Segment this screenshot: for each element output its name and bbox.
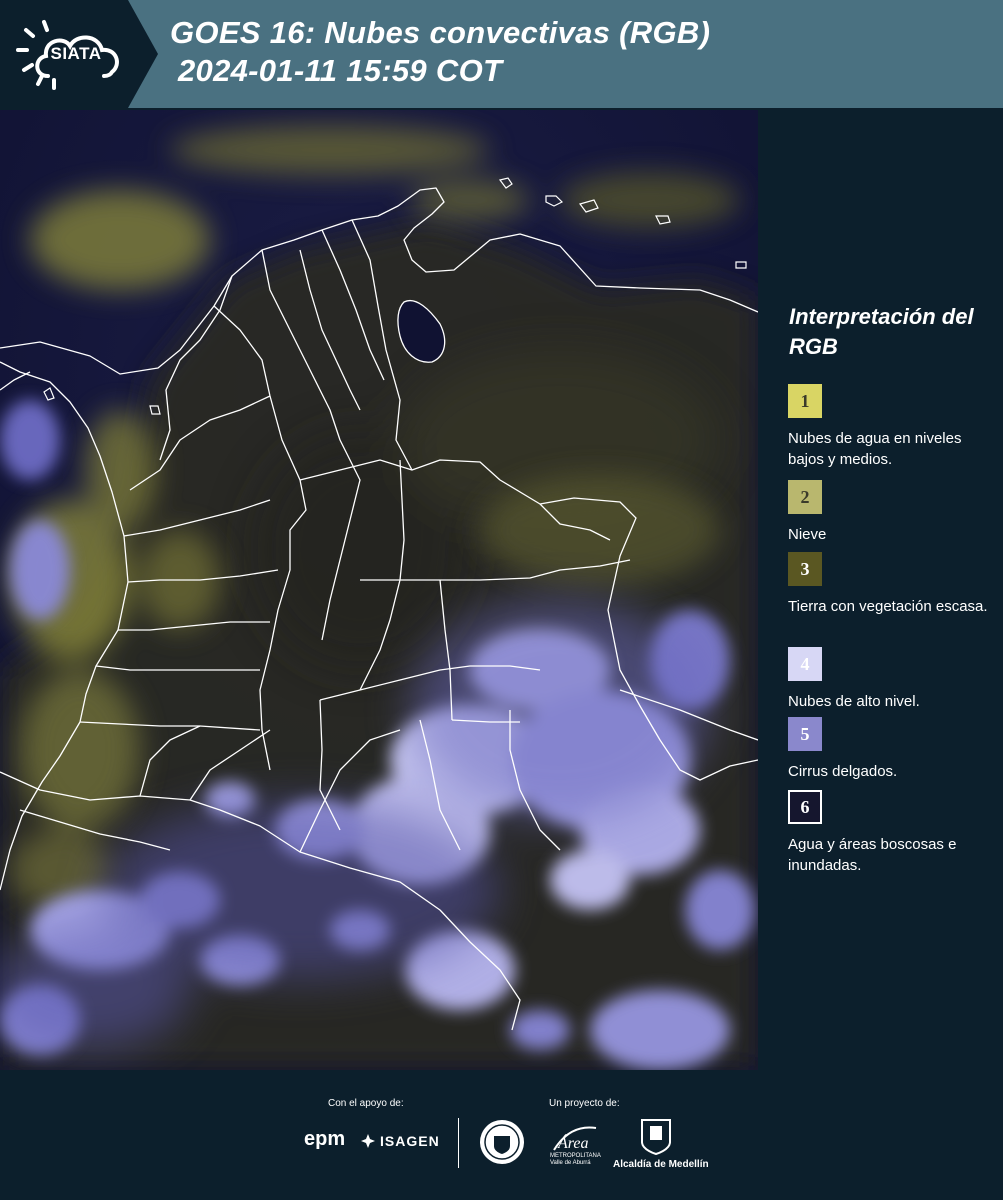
- area-caption: METROPOLITANA Valle de Aburrá: [550, 1153, 601, 1166]
- legend-swatch-4: 4: [788, 647, 822, 681]
- timestamp-title: 2024-01-11 15:59 COT: [178, 53, 503, 88]
- header-bar: SIATA GOES 16: Nubes convectivas (RGB) 2…: [0, 0, 1003, 108]
- satellite-image: [0, 110, 758, 1070]
- medellin-seal-icon: [480, 1120, 524, 1164]
- satellite-map: [0, 110, 758, 1070]
- legend-item-4: 4 Nubes de alto nivel.: [788, 647, 998, 712]
- legend-label-1: Nubes de agua en niveles bajos y medios.: [788, 430, 962, 468]
- logo-text: SIATA: [50, 44, 102, 63]
- alcaldia-shield-icon: [641, 1119, 671, 1156]
- footer: Con el apoyo de: Un proyecto de: epm ISA…: [0, 1070, 1003, 1200]
- legend-item-3: 3 Tierra con vegetación escasa.: [788, 552, 998, 617]
- legend-swatch-1: 1: [788, 384, 822, 418]
- footer-divider: [458, 1118, 459, 1168]
- legend-swatch-2: 2: [788, 480, 822, 514]
- legend-item-6: 6 Agua y áreas boscosas e inundadas.: [788, 790, 998, 876]
- legend-label-2: Nieve: [788, 526, 827, 543]
- isagen-logo: ISAGEN: [380, 1133, 440, 1149]
- legend-swatch-6: 6: [788, 790, 822, 824]
- legend-label-6: Agua y áreas boscosas e inundadas.: [788, 836, 957, 874]
- legend-label-3: Tierra con vegetación escasa.: [788, 598, 988, 615]
- legend-panel: Interpretación del RGB 1 Nubes de agua e…: [760, 110, 1003, 1070]
- alcaldia-label: Alcaldía de Medellín: [613, 1159, 709, 1170]
- legend-item-1: 1 Nubes de agua en niveles bajos y medio…: [788, 384, 998, 470]
- legend-label-5: Cirrus delgados.: [788, 763, 898, 780]
- legend-label-4: Nubes de alto nivel.: [788, 693, 920, 710]
- isagen-icon: [361, 1134, 375, 1148]
- legend-swatch-5: 5: [788, 717, 822, 751]
- project-label: Un proyecto de:: [549, 1098, 620, 1109]
- area-logo-text: Área: [557, 1133, 589, 1152]
- legend-title: Interpretación del RGB: [789, 304, 974, 359]
- support-label: Con el apoyo de:: [328, 1098, 404, 1109]
- page-title: GOES 16: Nubes convectivas (RGB): [170, 15, 711, 50]
- legend-swatch-3: 3: [788, 552, 822, 586]
- epm-logo: epm: [304, 1128, 346, 1150]
- legend-item-5: 5 Cirrus delgados.: [788, 717, 998, 782]
- legend-item-2: 2 Nieve: [788, 480, 998, 545]
